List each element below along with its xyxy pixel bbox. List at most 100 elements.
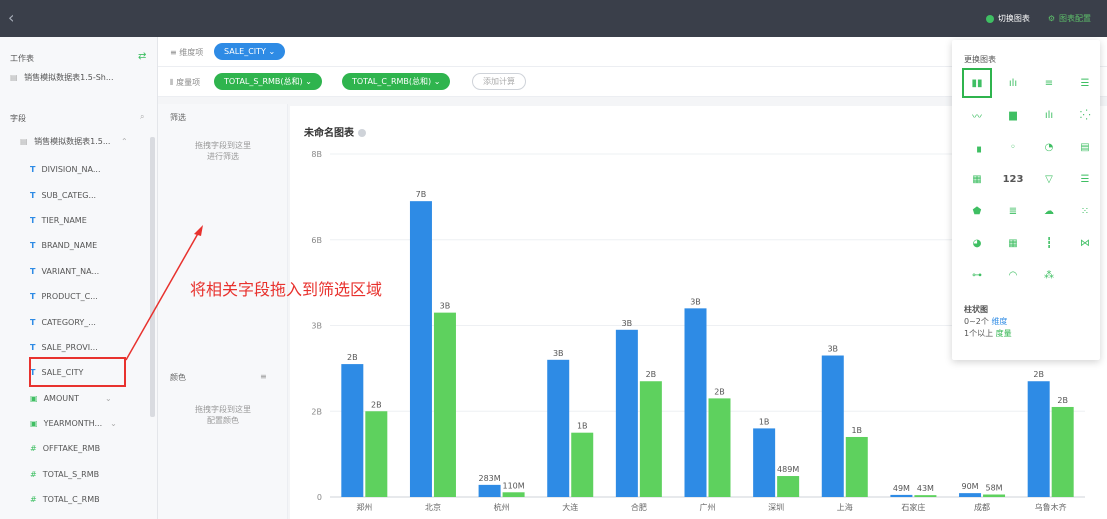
bar-sales[interactable]	[547, 359, 570, 497]
bar-sales[interactable]	[1027, 381, 1050, 497]
line-chart-icon[interactable]: 〰	[962, 100, 992, 130]
bar-sales[interactable]	[409, 201, 432, 497]
bar-cost[interactable]	[914, 495, 937, 497]
bar-cost[interactable]	[845, 436, 868, 497]
bar-sales[interactable]	[890, 494, 913, 497]
bar-sales[interactable]	[684, 308, 707, 497]
grouped-bar-icon[interactable]: ılı	[998, 68, 1028, 98]
chevron-down-icon: ⌄	[305, 77, 312, 86]
field-item[interactable]: T DIVISION_NA...	[0, 157, 150, 182]
radar-icon[interactable]: ⬟	[962, 196, 992, 226]
color-drop-zone[interactable]: 拖拽字段到这里 配置颜色	[158, 404, 288, 426]
word-cloud-icon[interactable]: ☁	[1034, 196, 1064, 226]
x-tick-label: 大连	[562, 502, 578, 512]
bar-cost[interactable]	[1051, 406, 1074, 497]
text-type-icon: T	[30, 190, 36, 200]
dataset-tree-node[interactable]: ▤ 销售模拟数据表1.5... ⌃	[20, 136, 128, 147]
pie-chart-icon[interactable]: ◔	[1034, 132, 1064, 162]
relation-icon[interactable]: ⁂	[1034, 260, 1064, 290]
add-calculation-button[interactable]: 添加计算	[472, 73, 526, 90]
horizontal-bar-icon[interactable]: ≡	[1034, 68, 1064, 98]
bar-cost[interactable]	[433, 312, 456, 497]
rose-chart-icon[interactable]: ◕	[962, 228, 992, 258]
popup-title: 更换图表	[964, 55, 996, 64]
chevron-down-icon[interactable]: ⌄	[110, 419, 117, 428]
filter-drop-zone[interactable]: 拖拽字段到这里 进行筛选	[158, 140, 288, 162]
field-item[interactable]: T VARIANT_NA...	[0, 259, 150, 284]
boxplot-icon[interactable]: ┇	[1034, 228, 1064, 258]
worksheet-label: 工作表	[10, 54, 34, 63]
bar-cost[interactable]	[365, 411, 388, 497]
sidebar-scrollbar[interactable]	[150, 137, 155, 417]
chevron-up-icon[interactable]: ⌃	[121, 137, 128, 146]
bar-sales[interactable]	[478, 484, 501, 497]
data-label: 1B	[851, 426, 862, 435]
switch-chart-button[interactable]: 切换图表	[985, 13, 1030, 24]
scatter-icon[interactable]: ⁚⁛	[1070, 100, 1100, 130]
field-item[interactable]: T BRAND_NAME	[0, 233, 150, 258]
gauge-icon[interactable]: ◠	[998, 260, 1028, 290]
table-icon[interactable]: ▤	[1070, 132, 1100, 162]
color-title: 颜色	[170, 373, 186, 382]
bar-cost[interactable]	[502, 492, 525, 497]
bar-cost[interactable]	[571, 432, 594, 497]
measure-pill-sales[interactable]: TOTAL_S_RMB(总和) ⌄	[214, 73, 322, 90]
bar-sales[interactable]	[615, 329, 638, 497]
funnel-icon[interactable]: ▽	[1034, 164, 1064, 194]
bar-cost[interactable]	[777, 476, 800, 497]
field-item[interactable]: T PRODUCT_C...	[0, 284, 150, 309]
data-label: 2B	[1057, 396, 1068, 405]
swap-icon[interactable]: ⇄	[138, 51, 146, 62]
area-chart-icon[interactable]: ▆	[998, 100, 1028, 130]
measure-pill-cost[interactable]: TOTAL_C_RMB(总和) ⌄	[342, 73, 451, 90]
map-icon[interactable]: ▗	[962, 132, 992, 162]
wrench-icon: ⚙	[1047, 14, 1055, 23]
data-label: 49M	[893, 484, 910, 493]
dataset-item[interactable]: ▤ 销售模拟数据表1.5-Sh...	[10, 72, 114, 83]
bar-cost[interactable]	[983, 494, 1006, 497]
chart-config-button[interactable]: ⚙ 图表配置	[1048, 13, 1091, 24]
search-icon[interactable]: ⌕	[140, 112, 144, 122]
field-item[interactable]: ▣ AMOUNT ⌄	[0, 386, 150, 411]
field-item[interactable]: T TIER_NAME	[0, 208, 150, 233]
stacked-horizontal-bar-icon[interactable]: ☰	[1070, 68, 1100, 98]
field-item[interactable]: # TOTAL_S_RMB	[0, 462, 150, 487]
field-list: T DIVISION_NA... T SUB_CATEG... T TIER_NAME…	[0, 157, 150, 512]
bar-sales[interactable]	[341, 364, 364, 497]
bar-cost[interactable]	[639, 381, 662, 497]
tree-icon[interactable]: ⊶	[962, 260, 992, 290]
bar-sales[interactable]	[959, 493, 982, 497]
field-item[interactable]: # OFFTAKE_RMB	[0, 436, 150, 461]
list-icon[interactable]: ☰	[1070, 164, 1100, 194]
text-type-icon: T	[30, 292, 36, 302]
dimension-pill[interactable]: SALE_CITY ⌄	[214, 43, 286, 60]
bar-cost[interactable]	[708, 398, 731, 497]
bar-sales[interactable]	[753, 428, 776, 497]
chart-type-rules: 柱状图 0~2个 维度 1个以上 度量	[964, 304, 1012, 340]
data-label: 2B	[1033, 370, 1044, 379]
calendar-icon[interactable]: ▦	[998, 228, 1028, 258]
list-icon[interactable]: ≡	[260, 372, 267, 381]
heatmap-icon[interactable]: ▦	[962, 164, 992, 194]
combo-chart-icon[interactable]: ılı	[1034, 100, 1064, 130]
bar-chart-icon[interactable]: ▮▮	[962, 68, 992, 98]
field-item[interactable]: # TOTAL_C_RMB	[0, 487, 150, 512]
x-tick-label: 北京	[425, 502, 441, 512]
sankey-icon[interactable]: ⋈	[1070, 228, 1100, 258]
x-tick-label: 广州	[700, 502, 716, 512]
field-name: OFFTAKE_RMB	[42, 444, 101, 454]
bubble-map-icon[interactable]: ◦	[998, 132, 1028, 162]
sidebar: 工作表 ⇄ ▤ 销售模拟数据表1.5-Sh... 字段 ⌕ ▤ 销售模拟数据表1…	[0, 37, 158, 519]
field-name: AMOUNT	[43, 393, 79, 403]
field-item[interactable]: T CATEGORY_...	[0, 309, 150, 334]
field-item[interactable]: T SUB_CATEG...	[0, 182, 150, 207]
number-icon[interactable]: 123	[998, 164, 1028, 194]
chart-config-label: 图表配置	[1059, 14, 1091, 23]
filter-bar-icon[interactable]: ≣	[998, 196, 1028, 226]
filter-hint: 拖拽字段到这里	[195, 141, 251, 150]
chevron-down-icon[interactable]: ⌄	[105, 394, 112, 403]
dot-matrix-icon[interactable]: ⁙	[1070, 196, 1100, 226]
bar-sales[interactable]	[821, 355, 844, 497]
chevron-left-icon[interactable]: ‹	[8, 8, 28, 28]
field-item[interactable]: ▣ YEARMONTH... ⌄	[0, 411, 150, 436]
